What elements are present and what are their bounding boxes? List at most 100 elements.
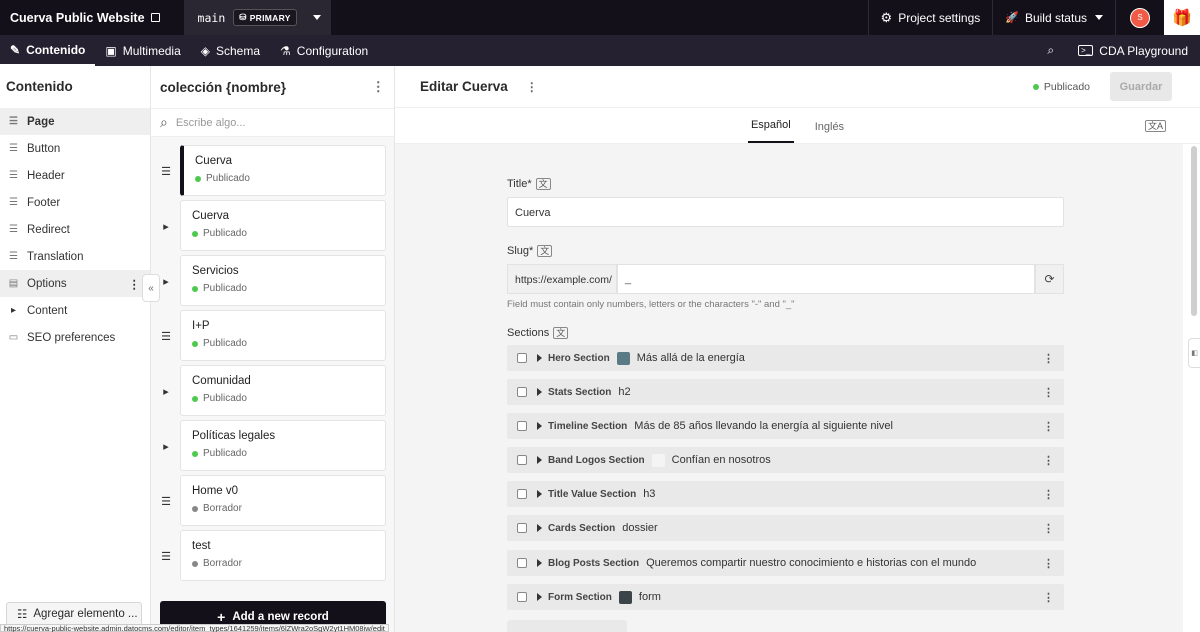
list-item[interactable]: ▸ Servicios Publicado: [151, 255, 395, 310]
project-settings-button[interactable]: ⚙ Project settings: [867, 0, 993, 35]
sidebar-item-page[interactable]: ☰ Page: [0, 108, 150, 135]
sidebar-item-options[interactable]: ▤ Options ⋮: [0, 270, 150, 297]
record-card[interactable]: Cuerva Publicado: [180, 145, 386, 196]
record-card[interactable]: test Borrador: [180, 530, 386, 581]
record-card[interactable]: Comunidad Publicado: [180, 365, 386, 416]
collapse-sidebar-button[interactable]: «: [142, 274, 160, 302]
record-collection: colección {nombre} ⋮ ⌕ Escribe algo... ☰…: [151, 66, 395, 632]
tab-contenido[interactable]: ✎ Contenido: [0, 35, 96, 66]
expand-icon[interactable]: ▸: [161, 275, 171, 288]
caret-right-icon[interactable]: [537, 524, 542, 532]
section-block-cards[interactable]: Cards Section dossier ⋮: [507, 515, 1064, 541]
section-block-band-logos[interactable]: Band Logos Section Confían en nosotros ⋮: [507, 447, 1064, 473]
sidebar-item-button[interactable]: ☰ Button: [0, 135, 150, 162]
select-checkbox[interactable]: [517, 455, 527, 465]
section-block-hero[interactable]: Hero Section Más allá de la energía ⋮: [507, 345, 1064, 371]
tab-ingles[interactable]: Inglés: [812, 121, 847, 143]
environment-switcher[interactable]: main ⛁ PRIMARY: [183, 0, 331, 35]
select-checkbox[interactable]: [517, 353, 527, 363]
list-item[interactable]: ▸ Comunidad Publicado: [151, 365, 395, 420]
add-section-button[interactable]: [507, 620, 627, 632]
search-input[interactable]: Escribe algo...: [176, 117, 246, 129]
caret-right-icon[interactable]: [537, 559, 542, 567]
toggle-sidebar-button[interactable]: ◧: [1188, 338, 1200, 368]
caret-right-icon[interactable]: [537, 456, 542, 464]
select-checkbox[interactable]: [517, 489, 527, 499]
record-card[interactable]: Home v0 Borrador: [180, 475, 386, 526]
gift-icon[interactable]: 🎁: [1164, 0, 1200, 35]
status-badge: Publicado: [192, 228, 374, 239]
more-options-icon[interactable]: ⋮: [1043, 522, 1054, 535]
section-block-blog-posts[interactable]: Blog Posts Section Queremos compartir nu…: [507, 550, 1064, 576]
sidebar-item-footer[interactable]: ☰ Footer: [0, 189, 150, 216]
caret-right-icon[interactable]: [537, 490, 542, 498]
list-item[interactable]: ☰ Home v0 Borrador: [151, 475, 395, 530]
list-item[interactable]: ▸ Políticas legales Publicado: [151, 420, 395, 475]
sidebar-item-translation[interactable]: ☰ Translation: [0, 243, 150, 270]
record-card[interactable]: I+P Publicado: [180, 310, 386, 361]
more-options-icon[interactable]: ⋮: [1043, 386, 1054, 399]
record-card[interactable]: Cuerva Publicado: [180, 200, 386, 251]
select-checkbox[interactable]: [517, 523, 527, 533]
drag-handle-icon[interactable]: ☰: [161, 165, 171, 178]
title-field[interactable]: Cuerva: [507, 197, 1064, 227]
search-button[interactable]: ⌕: [1035, 35, 1066, 66]
add-element-button[interactable]: ☷ Agregar elemento ...: [6, 602, 142, 626]
select-checkbox[interactable]: [517, 421, 527, 431]
page-title: Editar Cuerva: [420, 79, 508, 94]
section-block-title-value[interactable]: Title Value Section h3 ⋮: [507, 481, 1064, 507]
tab-schema[interactable]: ◈ Schema: [191, 35, 270, 66]
translate-icon[interactable]: 文A: [1144, 120, 1166, 132]
project-switcher[interactable]: Cuerva Public Website: [0, 0, 170, 35]
select-checkbox[interactable]: [517, 592, 527, 602]
regenerate-slug-button[interactable]: ⟳: [1035, 264, 1064, 294]
list-item[interactable]: ☰ test Borrador: [151, 530, 395, 585]
tab-espanol[interactable]: Español: [747, 119, 794, 143]
section-block-timeline[interactable]: Timeline Section Más de 85 años llevando…: [507, 413, 1064, 439]
cda-playground-button[interactable]: >_ CDA Playground: [1066, 35, 1200, 66]
list-item[interactable]: ☰ Cuerva Publicado: [151, 145, 395, 200]
caret-right-icon[interactable]: [537, 354, 542, 362]
section-block-stats[interactable]: Stats Section h2 ⋮: [507, 379, 1064, 405]
scrollbar[interactable]: [1191, 146, 1197, 316]
more-options-icon[interactable]: ⋮: [1043, 420, 1054, 433]
expand-icon[interactable]: ▸: [161, 440, 171, 453]
more-options-icon[interactable]: ⋮: [1043, 591, 1054, 604]
record-card[interactable]: Políticas legales Publicado: [180, 420, 386, 471]
section-block-form[interactable]: Form Section form ⋮: [507, 584, 1064, 610]
chevron-down-icon: [1095, 15, 1103, 20]
tab-multimedia[interactable]: ▣ Multimedia: [95, 35, 190, 66]
more-options-icon[interactable]: ⋮: [526, 80, 538, 94]
expand-icon[interactable]: ▸: [161, 385, 171, 398]
build-status-button[interactable]: 🚀 Build status: [992, 0, 1115, 35]
expand-icon[interactable]: ▸: [161, 220, 171, 233]
more-options-icon[interactable]: ⋮: [1043, 488, 1054, 501]
caret-right-icon[interactable]: [537, 593, 542, 601]
list-item[interactable]: ▸ Cuerva Publicado: [151, 200, 395, 255]
select-checkbox[interactable]: [517, 387, 527, 397]
select-checkbox[interactable]: [517, 558, 527, 568]
more-options-icon[interactable]: ⋮: [1043, 352, 1054, 365]
list-item[interactable]: ☰ I+P Publicado: [151, 310, 395, 365]
collection-search[interactable]: ⌕ Escribe algo...: [151, 108, 394, 137]
caret-right-icon[interactable]: [537, 422, 542, 430]
sidebar-item-header[interactable]: ☰ Header: [0, 162, 150, 189]
more-options-icon[interactable]: ⋮: [1043, 557, 1054, 570]
slug-field[interactable]: _: [617, 264, 1035, 294]
slug-field-label: Slug* 文: [507, 245, 553, 257]
caret-right-icon[interactable]: [537, 388, 542, 396]
record-card[interactable]: Servicios Publicado: [180, 255, 386, 306]
save-button[interactable]: Guardar: [1110, 72, 1172, 101]
tab-configuration[interactable]: ⚗ Configuration: [270, 35, 378, 66]
sidebar-item-seo-preferences[interactable]: ▭ SEO preferences: [0, 324, 150, 351]
more-options-icon[interactable]: ⋮: [1043, 454, 1054, 467]
drag-handle-icon[interactable]: ☰: [161, 495, 171, 508]
drag-handle-icon[interactable]: ☰: [161, 330, 171, 343]
drag-handle-icon[interactable]: ☰: [161, 550, 171, 563]
user-menu[interactable]: S: [1115, 0, 1164, 35]
sidebar-item-redirect[interactable]: ☰ Redirect: [0, 216, 150, 243]
sidebar-item-content[interactable]: ▸ Content: [0, 297, 150, 324]
external-link-icon[interactable]: [150, 13, 160, 22]
more-options-icon[interactable]: ⋮: [372, 79, 386, 95]
more-options-icon[interactable]: ⋮: [129, 277, 141, 291]
